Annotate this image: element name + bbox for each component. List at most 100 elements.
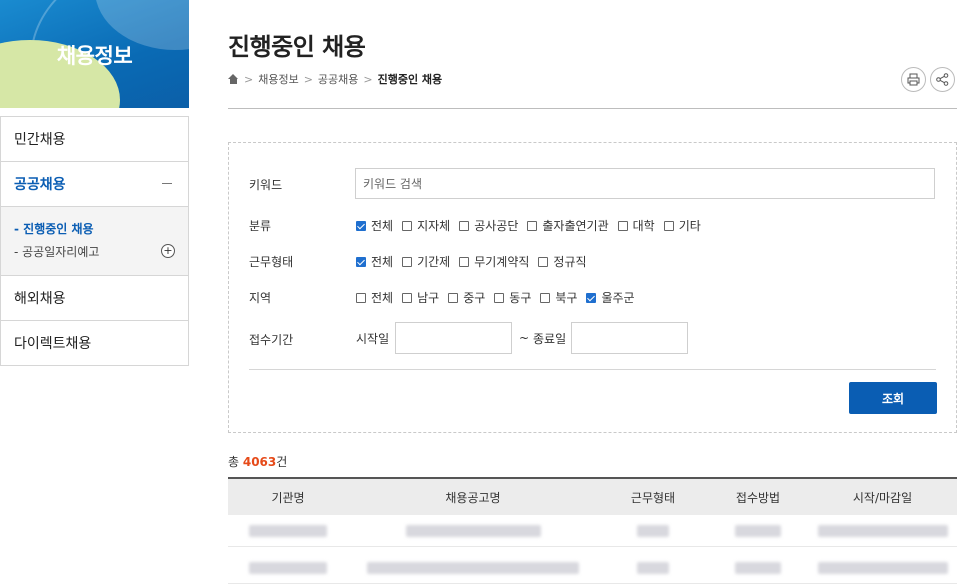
sidebar-item-public[interactable]: 공공채용 (1, 162, 188, 207)
search-button[interactable]: 조회 (849, 382, 937, 414)
category-option[interactable]: 지자체 (402, 217, 450, 234)
region-option[interactable]: 남구 (402, 289, 439, 306)
checkbox[interactable] (402, 292, 413, 303)
checkbox[interactable] (356, 292, 366, 303)
keyword-label: 키워드 (249, 178, 283, 192)
end-date-input[interactable] (571, 322, 688, 354)
sidebar-item-label: 공공채용 (14, 177, 66, 193)
sidebar-title: 채용정보 (56, 44, 133, 68)
redacted-cell (249, 561, 327, 574)
checkbox[interactable] (402, 256, 413, 267)
checkbox[interactable] (663, 220, 674, 231)
option-label: 대학 (632, 219, 655, 233)
breadcrumb: > 채용정보 > 공공채용 > 진행중인 채용 (228, 71, 442, 87)
region-label: 지역 (249, 291, 272, 305)
option-label: 정규직 (553, 255, 587, 269)
checkbox[interactable] (538, 256, 549, 267)
redacted-cell (735, 524, 781, 537)
date-separator: ~ (519, 331, 530, 345)
total-count: 4063 (242, 455, 277, 469)
option-label: 기타 (678, 219, 701, 233)
checkbox[interactable] (527, 220, 538, 231)
category-option[interactable]: 전체 (356, 217, 393, 234)
start-date-input[interactable] (395, 322, 512, 354)
sidebar-item-private[interactable]: 민간채용 (1, 117, 188, 162)
expand-icon[interactable]: + (161, 244, 175, 258)
worktype-option[interactable]: 정규직 (538, 253, 587, 270)
region-option[interactable]: 동구 (494, 289, 531, 306)
share-icon (936, 73, 949, 86)
worktype-options: 전체 기간제 무기계약직 정규직 (356, 253, 596, 270)
checkbox[interactable] (617, 220, 628, 231)
column-header-agency: 기관명 (271, 490, 305, 505)
category-option[interactable]: 기타 (663, 217, 701, 234)
checkbox[interactable] (356, 220, 366, 231)
sidebar-subitem-label: - 공공일자리예고 (14, 245, 100, 259)
breadcrumb-item[interactable]: 공공채용 (318, 71, 358, 87)
region-option[interactable]: 전체 (356, 289, 393, 306)
option-label: 기간제 (417, 255, 451, 269)
keyword-input[interactable]: 키워드 검색 (355, 168, 935, 199)
table-row[interactable] (228, 515, 957, 547)
checkbox[interactable] (540, 292, 551, 303)
option-label: 공사공단 (474, 219, 519, 233)
redacted-cell (817, 561, 948, 574)
table-row[interactable] (228, 552, 957, 584)
option-label: 남구 (417, 291, 440, 305)
redacted-cell (249, 524, 327, 537)
category-option[interactable]: 대학 (617, 217, 655, 234)
option-label: 중구 (463, 291, 486, 305)
sidebar-submenu: - 진행중인 채용 - 공공일자리예고 + (1, 207, 188, 276)
sidebar-item-direct[interactable]: 다이렉트채용 (1, 321, 188, 366)
category-option[interactable]: 출자출연기관 (527, 217, 609, 234)
print-icon (907, 73, 920, 86)
region-option[interactable]: 북구 (540, 289, 577, 306)
worktype-option[interactable]: 기간제 (402, 253, 450, 270)
result-total: 총 4063건 (228, 453, 287, 470)
end-date-label: 종료일 (533, 332, 567, 346)
checkbox[interactable] (459, 220, 470, 231)
table-header: 기관명 채용공고명 근무형태 접수방법 시작/마감일 (228, 477, 957, 515)
region-option[interactable]: 울주군 (586, 289, 635, 306)
option-label: 동구 (509, 291, 532, 305)
home-icon[interactable] (228, 74, 239, 84)
collapse-icon[interactable] (162, 183, 172, 184)
search-panel: 키워드 키워드 검색 분류 전체 지자체 공사공단 출자출연기관 대학 기타 근… (228, 142, 957, 433)
option-label: 전체 (371, 255, 394, 269)
column-header-title: 채용공고명 (445, 490, 501, 505)
option-label: 지자체 (417, 219, 451, 233)
checkbox[interactable] (586, 292, 597, 303)
worktype-option[interactable]: 전체 (356, 253, 393, 270)
checkbox[interactable] (448, 292, 459, 303)
option-label: 출자출연기관 (542, 219, 609, 233)
option-label: 북구 (555, 291, 578, 305)
checkbox[interactable] (356, 256, 366, 267)
column-header-method: 접수방법 (735, 490, 781, 505)
search-divider (249, 369, 936, 370)
checkbox[interactable] (402, 220, 413, 231)
redacted-cell (817, 524, 948, 537)
checkbox[interactable] (494, 292, 505, 303)
region-options: 전체 남구 중구 동구 북구 울주군 (356, 289, 644, 306)
category-options: 전체 지자체 공사공단 출자출연기관 대학 기타 (356, 217, 710, 234)
column-header-period: 시작/마감일 (852, 490, 913, 505)
redacted-cell (405, 524, 541, 537)
region-option[interactable]: 중구 (448, 289, 485, 306)
category-label: 분류 (249, 219, 272, 233)
option-label: 울주군 (601, 291, 635, 305)
option-label: 전체 (371, 291, 394, 305)
worktype-label: 근무형태 (249, 255, 294, 269)
sidebar-menu: 민간채용 공공채용 - 진행중인 채용 - 공공일자리예고 + 해외채용 다이렉… (0, 116, 189, 366)
sidebar-subitem-ongoing[interactable]: - 진행중인 채용 (1, 217, 188, 240)
start-date-label: 시작일 (356, 332, 390, 346)
checkbox[interactable] (459, 256, 470, 267)
sidebar-subitem-upcoming[interactable]: - 공공일자리예고 + (1, 240, 188, 263)
worktype-option[interactable]: 무기계약직 (459, 253, 529, 270)
breadcrumb-current: 진행중인 채용 (377, 73, 443, 86)
sidebar-item-overseas[interactable]: 해외채용 (1, 276, 188, 321)
page-title: 진행중인 채용 (228, 33, 366, 61)
category-option[interactable]: 공사공단 (459, 217, 518, 234)
share-button[interactable] (930, 67, 955, 92)
breadcrumb-item[interactable]: 채용정보 (258, 71, 298, 87)
print-button[interactable] (901, 67, 926, 92)
